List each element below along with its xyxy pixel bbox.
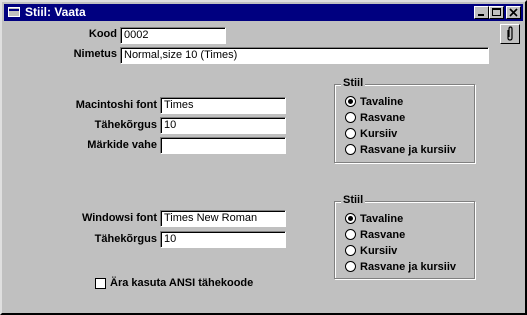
- code-field[interactable]: 0002: [120, 27, 226, 44]
- window-icon[interactable]: [8, 7, 20, 17]
- ansi-label: Ära kasuta ANSI tähekoode: [110, 277, 254, 289]
- code-label: Kood: [88, 28, 117, 40]
- mac-spacing-field[interactable]: [160, 137, 286, 154]
- window-title: Stiil: Vaata: [25, 5, 86, 19]
- radio-icon: [345, 245, 356, 256]
- name-label: Nimetus: [73, 48, 117, 60]
- radio-icon: [345, 128, 356, 139]
- win-style-group: Stiil Tavaline Rasvane Kursiiv Rasvane j…: [334, 194, 475, 279]
- radio-icon: [345, 144, 356, 155]
- radio-label: Rasvane: [360, 112, 406, 124]
- mac-font-field[interactable]: Times: [160, 97, 286, 114]
- win-size-label: Tähekõrgus: [94, 233, 157, 245]
- maximize-icon: [492, 8, 501, 16]
- mac-style-group: Stiil Tavaline Rasvane Kursiiv Rasvane j…: [334, 77, 475, 163]
- radio-icon: [345, 112, 356, 123]
- minimize-button[interactable]: [474, 6, 489, 19]
- radio-label: Kursiiv: [360, 245, 398, 257]
- radio-icon: [345, 261, 356, 272]
- mac-font-label: Macintoshi font: [75, 99, 157, 111]
- close-icon: [509, 8, 518, 17]
- radio-label: Rasvane ja kursiiv: [360, 261, 457, 273]
- mac-spacing-label: Märkide vahe: [87, 139, 157, 151]
- mac-size-field[interactable]: 10: [160, 117, 286, 134]
- win-style-title: Stiil: [341, 194, 366, 206]
- win-font-label: Windowsi font: [81, 212, 157, 224]
- radio-label: Rasvane: [360, 229, 406, 241]
- close-button[interactable]: [506, 6, 521, 19]
- radio-label: Tavaline: [360, 213, 404, 225]
- name-field[interactable]: Normal,size 10 (Times): [120, 47, 489, 64]
- attach-button[interactable]: [500, 24, 520, 44]
- radio-label: Rasvane ja kursiiv: [360, 144, 457, 156]
- ansi-checkbox[interactable]: [95, 278, 106, 289]
- win-size-field[interactable]: 10: [160, 231, 286, 248]
- mac-style-title: Stiil: [341, 77, 366, 89]
- win-font-field[interactable]: Times New Roman: [160, 210, 286, 227]
- radio-icon: [345, 229, 356, 240]
- title-bar[interactable]: Stiil: Vaata: [4, 4, 523, 21]
- radio-label: Tavaline: [360, 96, 404, 108]
- radio-label: Kursiiv: [360, 128, 398, 140]
- minimize-icon: [478, 14, 484, 16]
- paperclip-icon: [507, 26, 513, 41]
- maximize-button[interactable]: [489, 6, 504, 19]
- mac-size-label: Tähekõrgus: [94, 119, 157, 131]
- radio-selected-icon: [345, 213, 356, 224]
- radio-selected-icon: [345, 96, 356, 107]
